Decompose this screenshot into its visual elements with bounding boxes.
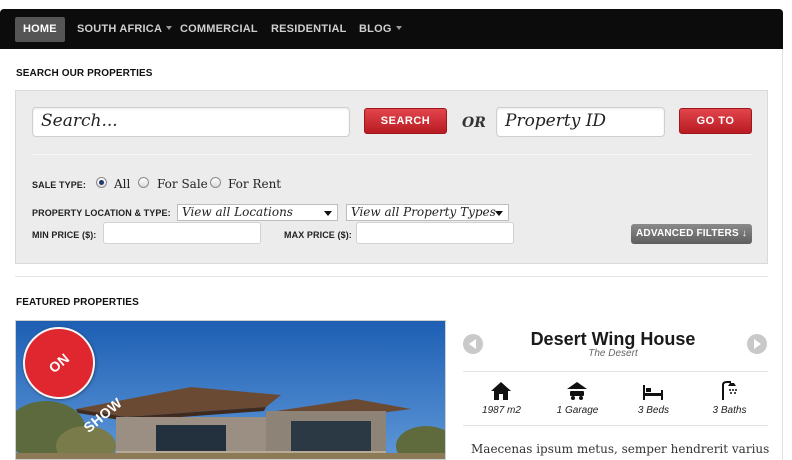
feature-baths: 3 Baths <box>712 405 747 416</box>
features-bottom-rule <box>463 425 768 426</box>
property-type-select[interactable]: View all Property Types <box>346 204 509 221</box>
shower-icon <box>722 381 737 400</box>
feature-area: 1987 m2 <box>482 405 521 416</box>
property-id-input[interactable]: Property ID <box>496 107 665 137</box>
nav-home[interactable]: HOME <box>15 17 65 42</box>
min-price-input[interactable] <box>103 222 261 244</box>
section-divider <box>15 276 768 277</box>
nav-residential[interactable]: RESIDENTIAL <box>263 17 355 42</box>
sale-type-for-rent-label: For Rent <box>228 177 282 191</box>
bed-icon <box>643 385 663 400</box>
search-panel: Search... SEARCH OR Property ID GO TO SA… <box>15 90 768 264</box>
featured-section-title: FEATURED PROPERTIES <box>16 297 139 308</box>
divider <box>32 154 751 155</box>
chevron-left-icon <box>469 339 476 349</box>
garage-icon <box>567 382 587 400</box>
nav-commercial[interactable]: COMMERCIAL <box>172 17 266 42</box>
search-section-title: SEARCH OUR PROPERTIES <box>16 68 153 79</box>
advanced-filters-button[interactable]: ADVANCED FILTERS ↓ <box>631 224 752 244</box>
nav-home-label: HOME <box>23 23 57 35</box>
search-input[interactable]: Search... <box>32 107 350 137</box>
nav-commercial-label: COMMERCIAL <box>180 23 258 35</box>
property-type-select-value: View all Property Types <box>351 205 496 219</box>
min-price-label: MIN PRICE ($): <box>32 230 97 240</box>
chevron-right-icon <box>754 339 761 349</box>
search-button[interactable]: SEARCH <box>364 108 447 134</box>
nav-residential-label: RESIDENTIAL <box>271 23 347 35</box>
location-select-value: View all Locations <box>182 205 293 219</box>
max-price-input[interactable] <box>356 222 514 244</box>
chevron-down-icon <box>395 26 402 30</box>
sale-type-label: SALE TYPE: <box>32 180 87 190</box>
feature-beds: 3 Beds <box>637 405 670 416</box>
features-top-rule <box>463 371 768 372</box>
dropdown-arrow-icon <box>324 211 332 216</box>
nav-blog[interactable]: BLOG <box>351 17 410 42</box>
sale-type-all-radio[interactable] <box>96 177 107 188</box>
prev-arrow-button[interactable] <box>463 334 483 354</box>
max-price-label: MAX PRICE ($): <box>284 230 352 240</box>
sale-type-for-sale-radio[interactable] <box>138 177 149 188</box>
nav-south-africa[interactable]: SOUTH AFRICA <box>69 17 180 42</box>
property-description: Maecenas ipsum metus, semper hendrerit v… <box>471 442 770 456</box>
dropdown-arrow-icon <box>495 211 503 216</box>
go-to-button[interactable]: GO TO <box>679 108 752 134</box>
or-label: OR <box>462 115 486 131</box>
nav-blog-label: BLOG <box>359 23 392 35</box>
house-icon <box>491 382 511 400</box>
property-title: Desert Wing House <box>530 329 696 349</box>
feature-garage: 1 Garage <box>556 405 599 416</box>
sale-type-for-sale-label: For Sale <box>157 177 208 191</box>
sale-type-for-rent-radio[interactable] <box>210 177 221 188</box>
location-select[interactable]: View all Locations <box>177 204 338 221</box>
location-type-label: PROPERTY LOCATION & TYPE: <box>32 208 171 218</box>
nav-south-africa-label: SOUTH AFRICA <box>77 23 163 35</box>
sale-type-all-label: All <box>114 177 131 191</box>
top-nav: HOME SOUTH AFRICA COMMERCIAL RESIDENTIAL… <box>0 9 783 49</box>
property-location: The Desert <box>588 348 638 359</box>
next-arrow-button[interactable] <box>747 334 767 354</box>
